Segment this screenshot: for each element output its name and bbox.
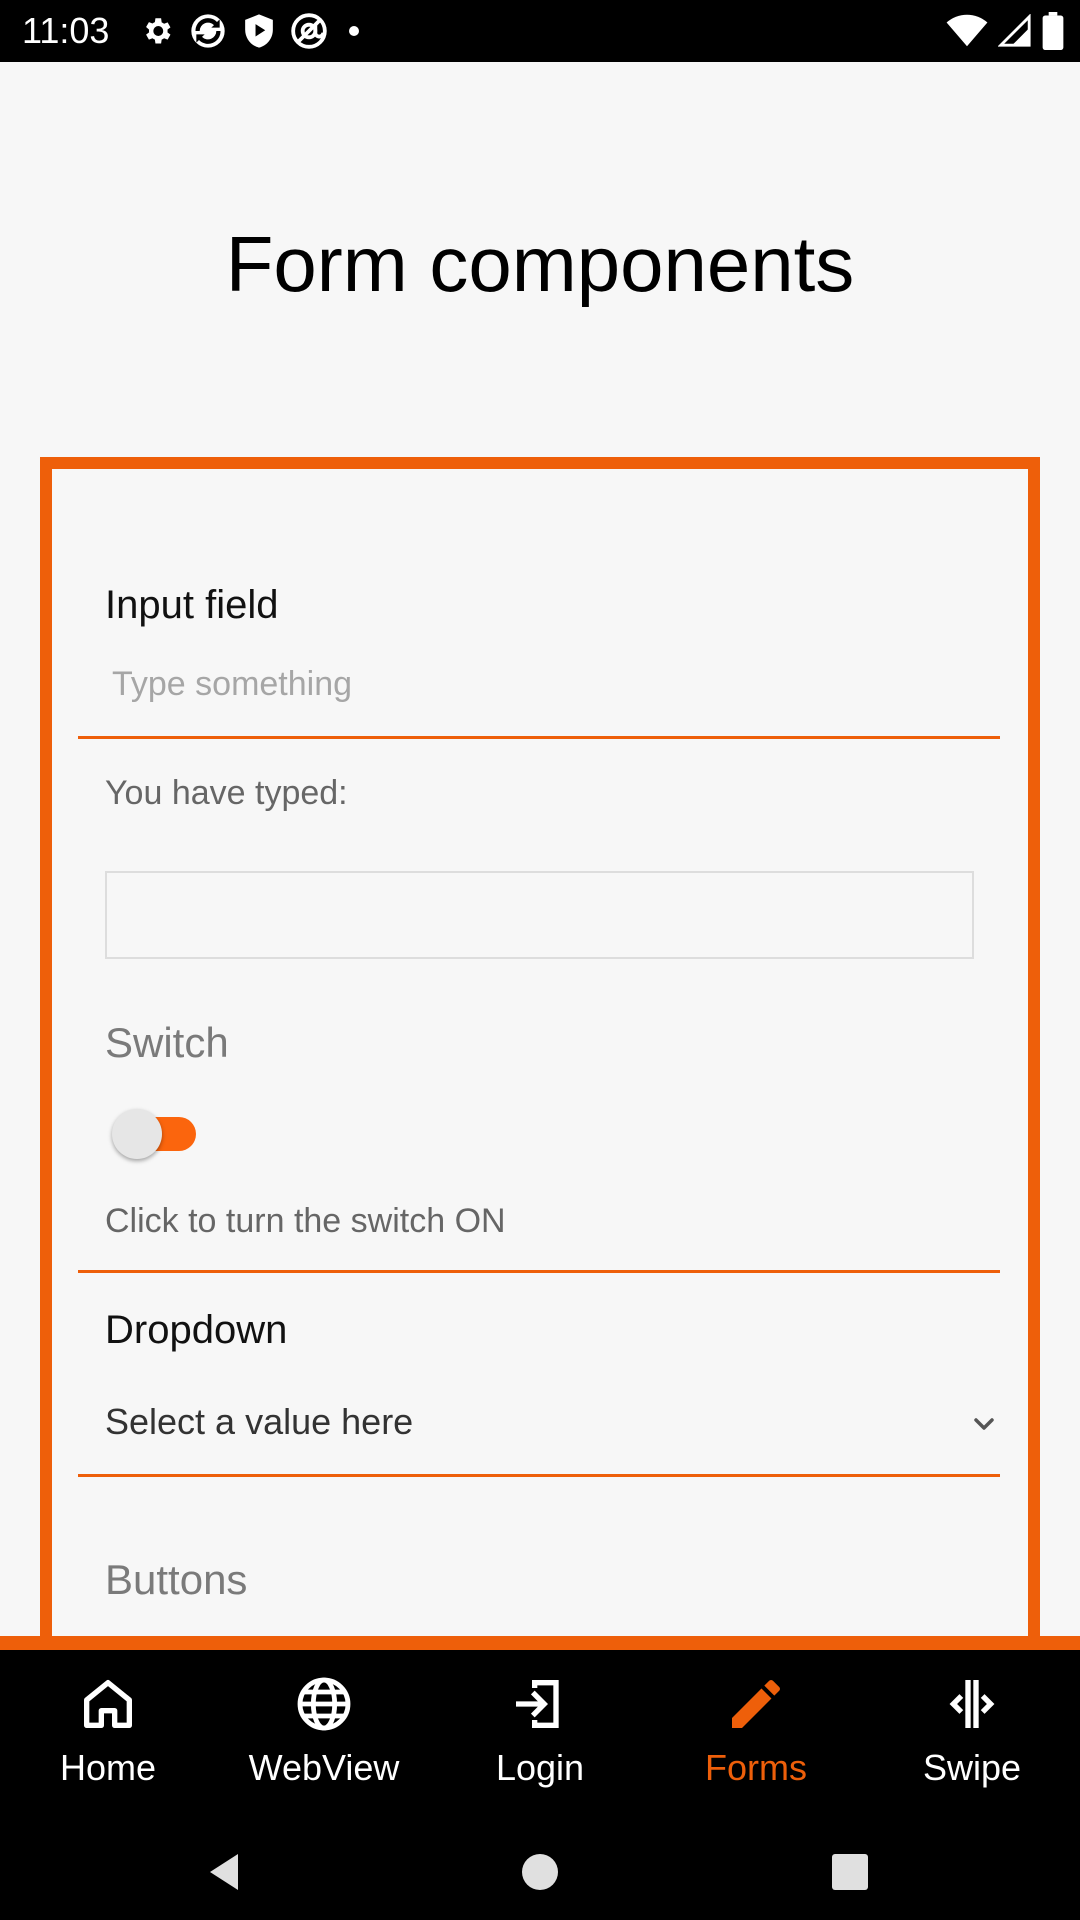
nav-item-swipe[interactable]: Swipe xyxy=(864,1650,1080,1824)
dropdown-selected-value: Select a value here xyxy=(105,1401,414,1442)
nav-label-swipe: Swipe xyxy=(922,1747,1022,1788)
nav-label-webview: WebView xyxy=(248,1747,400,1788)
toggle-switch[interactable] xyxy=(110,1105,200,1161)
dot-icon xyxy=(342,19,366,43)
pencil-icon xyxy=(732,1679,780,1728)
status-time: 11:03 xyxy=(22,10,110,51)
system-nav-bar xyxy=(0,1824,1080,1920)
sync-icon xyxy=(188,11,228,51)
nav-label-home: Home xyxy=(59,1747,157,1788)
switch-section-label: Switch xyxy=(105,1019,229,1066)
nav-item-webview[interactable]: WebView xyxy=(216,1650,432,1824)
input-field-label: Input field xyxy=(105,583,279,627)
switch-thumb xyxy=(112,1109,162,1159)
gear-icon xyxy=(140,14,174,48)
globe-icon xyxy=(297,1677,351,1731)
switch-hint-text: Click to turn the switch ON xyxy=(105,1202,506,1240)
buttons-section-label: Buttons xyxy=(105,1556,248,1603)
nav-item-forms[interactable]: Forms xyxy=(648,1650,864,1824)
chevron-down-icon xyxy=(968,1408,1000,1440)
nav-label-forms: Forms xyxy=(705,1747,807,1788)
dropdown-underline xyxy=(78,1474,1000,1477)
nav-item-home[interactable]: Home xyxy=(0,1650,216,1824)
bottom-nav: Home WebView Login Forms Swipe xyxy=(0,1650,1080,1824)
swipe-icon xyxy=(949,1680,995,1728)
status-notification-icons xyxy=(140,10,366,52)
at-sign-icon xyxy=(290,12,328,50)
text-input[interactable] xyxy=(98,660,1006,708)
form-card-bottom-edge xyxy=(0,1636,1080,1650)
input-underline xyxy=(78,736,1000,739)
switch-underline xyxy=(78,1270,1000,1273)
login-icon xyxy=(516,1680,559,1728)
page-title: Form components xyxy=(225,220,855,308)
back-icon[interactable] xyxy=(200,1848,248,1896)
status-bar: 11:03 xyxy=(0,0,1080,62)
nav-label-login: Login xyxy=(495,1747,585,1788)
recents-icon[interactable] xyxy=(826,1848,874,1896)
signal-icon xyxy=(998,14,1032,48)
typed-output-box xyxy=(105,871,974,959)
dropdown-label: Dropdown xyxy=(105,1308,288,1352)
shield-play-icon xyxy=(242,13,276,49)
battery-icon xyxy=(1042,12,1064,50)
home-icon xyxy=(84,1680,132,1728)
typed-label: You have typed: xyxy=(105,774,348,812)
nav-item-login[interactable]: Login xyxy=(432,1650,648,1824)
wifi-icon xyxy=(946,14,988,48)
dropdown-select[interactable]: Select a value here xyxy=(78,1390,1000,1460)
status-system-icons xyxy=(946,10,1064,52)
home-circle-icon[interactable] xyxy=(516,1848,564,1896)
